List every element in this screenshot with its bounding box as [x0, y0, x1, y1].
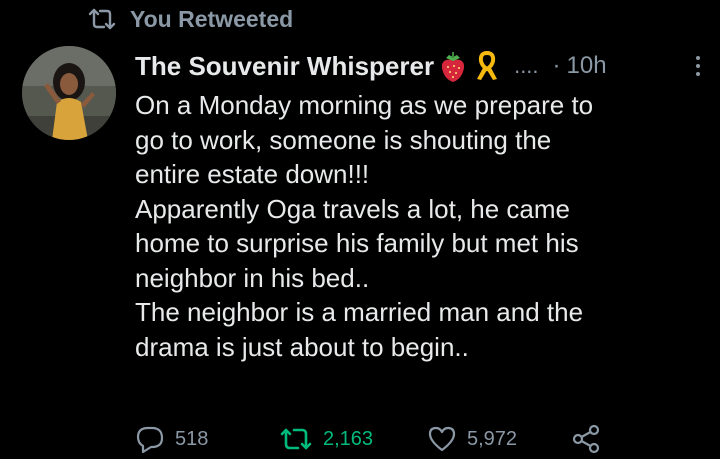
tweet-text-line: drama is just about to begin.. [135, 331, 469, 362]
tweet-text-line: go to work, someone is shouting the [135, 124, 552, 155]
tweet-timestamp[interactable]: 10h [567, 52, 607, 80]
name-truncation: .... [514, 53, 539, 78]
tweet-text-line: On a Monday morning as we prepare to [135, 90, 594, 120]
retweet-context[interactable]: You Retweeted [88, 4, 293, 34]
awareness-ribbon-icon [472, 49, 502, 83]
tweet-text: On a Monday morning as we prepare to go … [135, 88, 710, 364]
reply-button[interactable]: 518 [135, 424, 208, 454]
tweet-text-line: neighbor in his bed.. [135, 262, 370, 293]
tweet-text-line: entire estate down!!! [135, 159, 370, 189]
retweet-count: 2,163 [323, 427, 374, 450]
tweet-text-line: The neighbor is a married man and the [135, 297, 584, 327]
tweet-action-bar: 518 2,163 5,972 [135, 424, 615, 454]
tweet-header: The Souvenir Whisperer .... · 10h [135, 47, 705, 85]
header-separator: · [552, 52, 561, 79]
heart-icon [427, 425, 457, 453]
retweet-icon [88, 8, 116, 30]
tweet-text-line: home to surprise his family but met his [135, 228, 579, 258]
more-options-icon[interactable] [691, 49, 705, 83]
author-display-name[interactable]: The Souvenir Whisperer [135, 51, 434, 82]
avatar[interactable] [22, 46, 116, 140]
like-count: 5,972 [467, 427, 518, 450]
like-button[interactable]: 5,972 [427, 424, 517, 454]
retweet-context-label: You Retweeted [130, 5, 294, 32]
retweet-button[interactable]: 2,163 [279, 424, 373, 454]
reply-icon [135, 425, 165, 453]
avatar-image [22, 46, 116, 140]
share-icon [571, 424, 601, 454]
tweet-text-line: Apparently Oga travels a lot, he came [135, 193, 571, 224]
reply-count: 518 [175, 427, 209, 450]
strawberry-icon [438, 49, 468, 83]
share-button[interactable] [571, 424, 601, 454]
retweet-icon [279, 427, 313, 451]
